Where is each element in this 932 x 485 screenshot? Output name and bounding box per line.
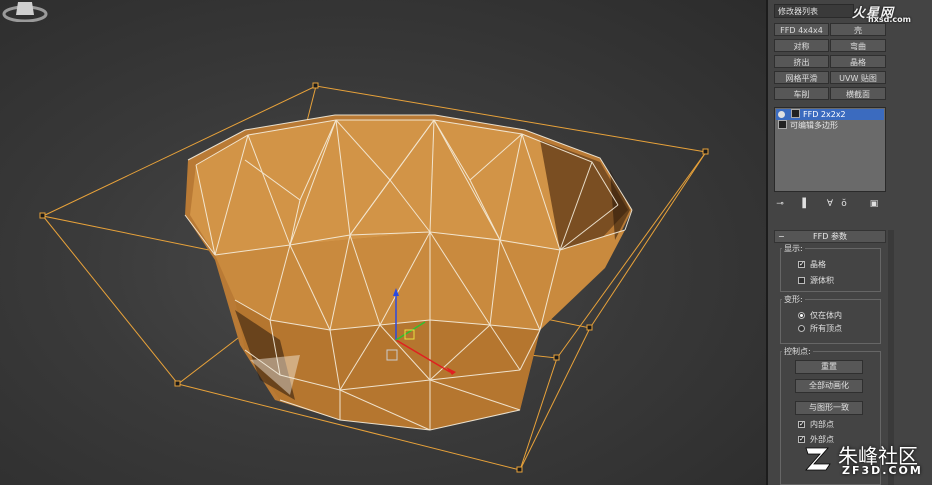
modifier-button-ffd444[interactable]: FFD 4x4x4: [774, 23, 829, 36]
inside-volume-radio[interactable]: [798, 312, 805, 319]
stack-item-ffd[interactable]: FFD 2x2x2: [776, 109, 884, 120]
zf3d-logo-icon: [805, 447, 831, 471]
bowl-mesh[interactable]: [184, 114, 633, 431]
modifier-button-cross-section[interactable]: 横截面: [830, 87, 886, 100]
modifier-button-uvw-map[interactable]: UVW 贴图: [830, 71, 886, 84]
lightbulb-icon[interactable]: [791, 109, 800, 118]
lattice-control-point: [39, 212, 46, 219]
control-points-group-title: 控制点:: [782, 346, 813, 357]
stack-item-editable-poly[interactable]: 可编辑多边形: [776, 120, 884, 131]
inside-volume-label: 仅在体内: [810, 311, 842, 320]
modifier-button-extrude[interactable]: 挤出: [774, 55, 829, 68]
expand-icon[interactable]: [778, 120, 787, 129]
scene-canvas[interactable]: [0, 0, 766, 485]
make-unique-icon[interactable]: ∀: [824, 198, 836, 211]
modifier-button-meshsmooth[interactable]: 网格平滑: [774, 71, 829, 84]
remove-modifier-icon[interactable]: ŏ: [838, 198, 850, 211]
all-vertices-radio[interactable]: [798, 325, 805, 332]
modifier-button-bend[interactable]: 弯曲: [830, 39, 886, 52]
stack-item-label: 可编辑多边形: [790, 121, 838, 130]
viewcube-icon[interactable]: [0, 0, 50, 22]
show-end-result-icon[interactable]: ▌: [800, 198, 812, 211]
stack-toolbar: ⊸ ▌ ∀ ŏ ▣: [774, 198, 886, 212]
watermark-hxsd: 火星网 hxsd.com: [838, 2, 928, 24]
lattice-control-point: [586, 324, 593, 331]
modifier-button-lattice[interactable]: 晶格: [830, 55, 886, 68]
reset-button[interactable]: 重置: [795, 360, 863, 374]
inside-points-label: 内部点: [810, 420, 834, 429]
modifier-button-lathe[interactable]: 车削: [774, 87, 829, 100]
stack-item-label: FFD 2x2x2: [803, 110, 846, 119]
configure-sets-icon[interactable]: ▣: [868, 198, 880, 211]
lattice-control-point: [312, 82, 319, 89]
display-group-title: 显示:: [782, 243, 805, 254]
rollout-title: FFD 参数: [813, 232, 847, 241]
animate-all-button[interactable]: 全部动画化: [795, 379, 863, 393]
lattice-label: 晶格: [810, 260, 826, 269]
deform-group: [780, 299, 881, 344]
all-vertices-label: 所有顶点: [810, 324, 842, 333]
watermark-zf3d: 朱峰社区 ZF3D.COM: [800, 440, 932, 484]
lattice-control-point: [702, 148, 709, 155]
deform-group-title: 变形:: [782, 294, 805, 305]
perspective-viewport[interactable]: [0, 0, 766, 485]
collapse-icon: −: [778, 232, 785, 241]
lattice-checkbox[interactable]: ✓: [798, 261, 805, 268]
source-volume-checkbox[interactable]: [798, 277, 805, 284]
ffd-params-rollout-header[interactable]: − FFD 参数: [774, 230, 886, 243]
source-volume-label: 源体积: [810, 276, 834, 285]
eye-icon[interactable]: [778, 111, 785, 118]
inside-points-checkbox[interactable]: ✓: [798, 421, 805, 428]
modifier-button-shell[interactable]: 壳: [830, 23, 886, 36]
watermark-url: ZF3D.COM: [842, 464, 923, 477]
modifier-button-symmetry[interactable]: 对称: [774, 39, 829, 52]
lattice-control-point: [174, 380, 181, 387]
modifier-stack[interactable]: FFD 2x2x2 可编辑多边形: [774, 107, 886, 192]
lattice-control-point: [516, 466, 523, 473]
lattice-control-point: [553, 354, 560, 361]
conform-to-shape-button[interactable]: 与图形一致: [795, 401, 863, 415]
pin-stack-icon[interactable]: ⊸: [774, 198, 786, 211]
